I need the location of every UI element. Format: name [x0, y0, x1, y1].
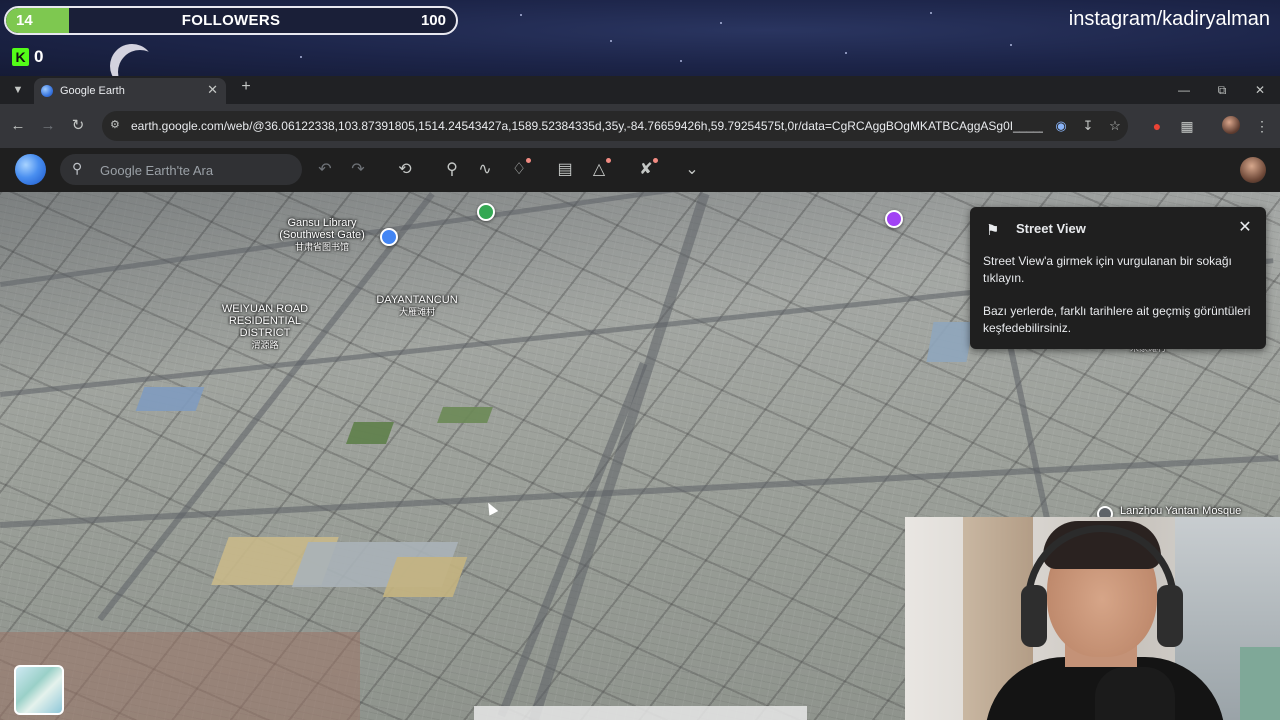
label-text: DISTRICT — [239, 327, 291, 339]
star-decoration — [845, 52, 847, 54]
bookmark-star-icon[interactable]: ☆ — [1106, 117, 1124, 135]
star-decoration — [610, 40, 612, 42]
site-info-icon[interactable]: ⚙ — [110, 118, 124, 132]
extensions-puzzle-icon[interactable]: ▦ — [1177, 116, 1197, 136]
restore-icon[interactable]: ⧉ — [1210, 80, 1234, 100]
new-tab-plus-icon[interactable]: + — [236, 78, 256, 100]
microphone-icon — [1095, 667, 1175, 720]
install-app-icon[interactable]: ↧ — [1079, 117, 1097, 135]
map-label-mosque[interactable]: Lanzhou Yantan Mosque — [1120, 505, 1280, 517]
map-road — [526, 192, 710, 720]
google-lens-icon[interactable]: ◉ — [1052, 117, 1070, 135]
tools-satellite-icon[interactable]: ✘ — [635, 158, 658, 181]
user-avatar[interactable] — [1240, 157, 1266, 183]
label-text: (Southwest Gate) — [279, 229, 365, 241]
followers-goal: 100 — [420, 12, 446, 29]
google-earth-favicon-icon — [41, 85, 53, 97]
label-text-cn: 大雁滩村 — [398, 307, 435, 317]
measure-ruler-icon[interactable]: ▤ — [554, 159, 576, 181]
mouse-cursor-icon — [483, 500, 499, 516]
notification-dot — [526, 158, 531, 163]
undo-icon[interactable]: ↶ — [314, 159, 336, 181]
star-decoration — [520, 14, 522, 16]
tab-google-earth[interactable]: Google Earth ✕ — [34, 78, 226, 104]
poi-library-icon[interactable] — [380, 228, 398, 246]
browser-menu-kebab-icon[interactable]: ⋮ — [1252, 116, 1272, 136]
window-close-icon[interactable]: ✕ — [1248, 80, 1272, 100]
followers-goal-bar: 14 FOLLOWERS 100 — [4, 6, 458, 35]
earth-search-box[interactable]: ⚲ — [60, 154, 302, 185]
data-layers-icon[interactable]: △ — [588, 158, 611, 181]
map-label-weiyuan-road[interactable]: WEIYUAN ROAD RESIDENTIAL DISTRICT 渭源路 — [220, 303, 310, 351]
label-text: RESIDENTIAL — [228, 315, 302, 327]
webcam-background-chair — [1240, 647, 1280, 720]
bottom-status-strip — [474, 706, 807, 720]
add-path-icon[interactable]: ∿ — [474, 159, 496, 181]
street-view-info-card: ⚑ Street View ✕ Street View'a girmek içi… — [970, 207, 1266, 349]
url-text[interactable]: earth.google.com/web/@36.06122338,103.87… — [131, 119, 1043, 133]
label-text: WEIYUAN ROAD — [221, 303, 309, 315]
browser-toolbar: ← → ↻ ⚙ earth.google.com/web/@36.0612233… — [0, 104, 1280, 148]
street-view-instruction: Street View'a girmek için vurgulanan bir… — [983, 254, 1232, 285]
followers-label: FOLLOWERS — [181, 12, 281, 29]
star-decoration — [720, 22, 722, 24]
poi-park-icon[interactable] — [477, 203, 495, 221]
tab-search-chevron-icon[interactable]: ▼ — [8, 80, 28, 100]
back-arrow-icon[interactable]: ← — [8, 116, 28, 136]
notification-dot — [653, 158, 658, 163]
extension-badge-icon[interactable]: ● — [1147, 116, 1167, 136]
map-style-thumbnail[interactable] — [14, 665, 64, 715]
google-earth-toolbar: ⚲ ↶ ↷ ⟲ ⚲ ∿ ♢ ▤ △ ✘ ⌄ — [0, 148, 1280, 192]
star-decoration — [930, 12, 932, 14]
webcam-overlay — [905, 517, 1280, 720]
google-earth-logo-icon[interactable] — [15, 154, 46, 185]
map-field — [926, 322, 974, 362]
instagram-handle: instagram/kadiryalman — [1068, 8, 1270, 30]
star-decoration — [680, 60, 682, 62]
notification-dot — [606, 158, 611, 163]
map-road — [497, 362, 648, 718]
headphone-cup-right — [1157, 585, 1183, 647]
kick-logo-icon: K — [12, 48, 29, 66]
screen: 14 FOLLOWERS 100 K 0 instagram/kadiryalm… — [0, 0, 1280, 720]
star-decoration — [300, 56, 302, 58]
map-field — [437, 407, 493, 423]
close-icon[interactable]: ✕ — [1236, 219, 1254, 237]
search-icon: ⚲ — [72, 160, 83, 176]
tab-close-icon[interactable]: ✕ — [207, 82, 218, 98]
stream-overlay-banner: 14 FOLLOWERS 100 K 0 instagram/kadiryalm… — [0, 0, 1280, 76]
label-text: Gansu Library — [287, 217, 357, 229]
add-placemark-pin-icon[interactable]: ⚲ — [441, 159, 463, 181]
headphone-cup-left — [1021, 585, 1047, 647]
map-label-gansu-library[interactable]: Gansu Library (Southwest Gate) 甘肃省图书馆 — [272, 217, 372, 253]
browser-tabstrip: ▼ Google Earth ✕ + — ⧉ ✕ — [0, 76, 1280, 104]
historical-imagery-icon[interactable]: ⟲ — [394, 159, 416, 181]
street-view-title: Street View — [1016, 221, 1086, 236]
browser-profile-avatar[interactable] — [1222, 116, 1240, 134]
street-view-history-tip: Bazı yerlerde, farklı tarihlere ait geçm… — [983, 304, 1251, 335]
label-text: DAYANTANCUN — [376, 294, 458, 306]
street-view-pegman-icon: ⚑ — [986, 222, 1000, 239]
reload-icon[interactable]: ↻ — [68, 116, 88, 136]
kick-viewer-count: 0 — [34, 47, 44, 66]
earth-search-input[interactable] — [100, 160, 290, 180]
label-text-cn: 渭源路 — [251, 340, 279, 350]
more-tools-chevron-icon[interactable]: ⌄ — [681, 159, 703, 181]
minimize-icon[interactable]: — — [1172, 80, 1196, 100]
map-field — [382, 557, 468, 597]
label-text-cn: 甘肃省图书馆 — [294, 242, 349, 252]
tab-title: Google Earth — [60, 85, 125, 97]
poi-building-icon[interactable] — [885, 210, 903, 228]
map-field — [345, 422, 395, 444]
map-label-dayantancun[interactable]: DAYANTANCUN 大雁滩村 — [372, 294, 462, 318]
map-layers-icon[interactable]: ♢ — [508, 158, 531, 181]
redo-icon[interactable]: ↷ — [347, 159, 369, 181]
address-bar[interactable]: ⚙ earth.google.com/web/@36.06122338,103.… — [102, 111, 1128, 141]
map-field — [135, 387, 205, 411]
star-decoration — [1010, 44, 1012, 46]
forward-arrow-icon[interactable]: → — [38, 116, 58, 136]
